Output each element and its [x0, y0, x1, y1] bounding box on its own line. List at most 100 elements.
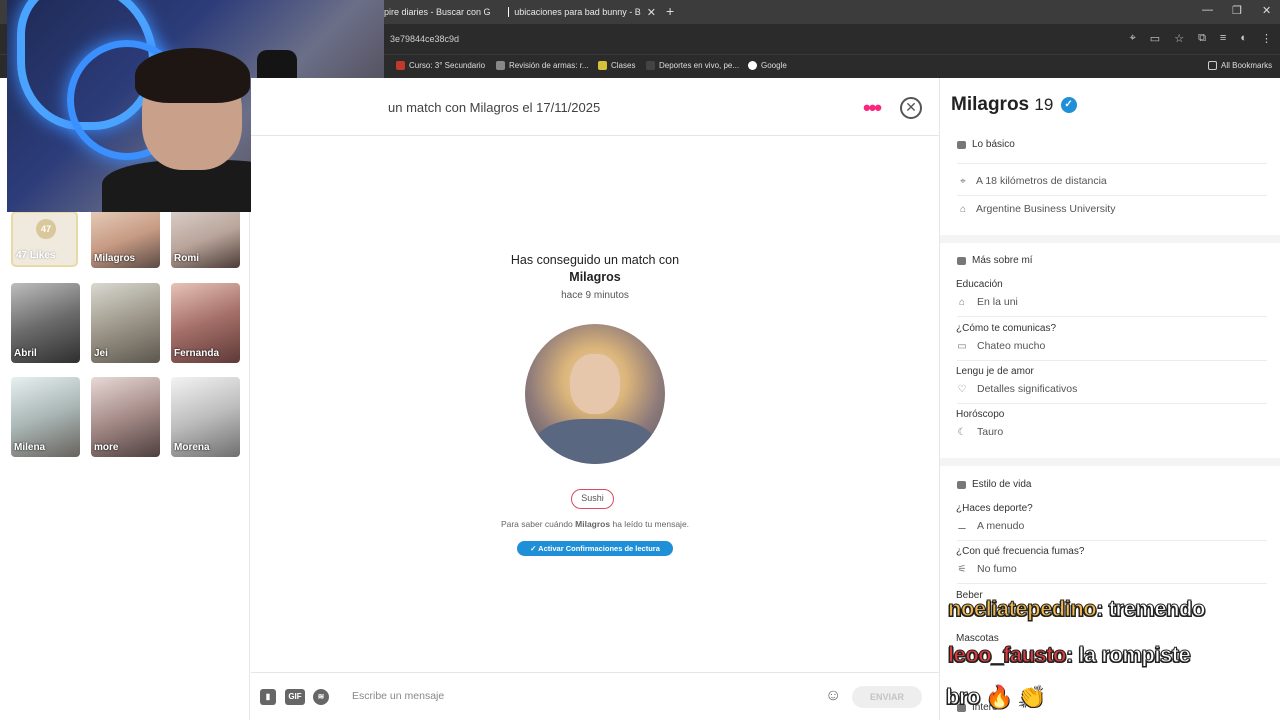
question-label: Educación	[956, 279, 1003, 290]
close-tab-icon[interactable]: ✕	[647, 6, 656, 19]
divider	[957, 583, 1267, 584]
graduation-cap-icon: ⌂	[958, 296, 966, 308]
location-icon[interactable]: ⌖	[1130, 32, 1136, 45]
question-label: Horóscopo	[956, 409, 1005, 420]
section-more-about-me: Más sobre mí	[957, 255, 1033, 266]
bookmark-label: Curso: 3° Secundario	[409, 61, 486, 70]
section-lifestyle: Estilo de vida	[957, 479, 1031, 490]
divider	[957, 403, 1267, 404]
match-card[interactable]: Abril	[11, 283, 80, 363]
stream-chat-line: bro 🔥 👏	[946, 684, 1046, 710]
message-input[interactable]: Escribe un mensaje	[352, 690, 444, 702]
more-options-icon[interactable]: •••	[863, 95, 882, 121]
chat-title: un match con Milagros el 17/11/2025	[388, 100, 601, 115]
tag-icon	[957, 256, 966, 265]
cast-icon[interactable]: ▭	[1150, 32, 1160, 45]
divider	[957, 540, 1267, 541]
answer-text: A menudo	[977, 520, 1025, 532]
bookmark-item[interactable]: Curso: 3° Secundario	[396, 61, 485, 70]
verified-icon: ✓	[1060, 96, 1077, 113]
new-tab-icon[interactable]: +	[666, 3, 674, 19]
match-card[interactable]: Fernanda	[171, 283, 240, 363]
stream-chat-line: leoo_fausto: la rompiste	[948, 642, 1192, 668]
avatar-face	[570, 354, 620, 414]
tab-ubicaciones[interactable]: ubicaciones para bad bunny - B ✕	[508, 3, 656, 21]
match-name: Milagros	[94, 253, 136, 264]
likes-card[interactable]: 47 47 Likes	[11, 211, 78, 267]
match-name: Romi	[174, 253, 199, 264]
answer-text: Chateo mucho	[977, 340, 1046, 352]
address-bar-icons: ⌖ ▭ ☆ ⧉ ≡ ◐ ⋮	[1130, 32, 1272, 45]
profile-name: Milagros	[951, 94, 1030, 115]
likes-label: 47 Likes	[16, 250, 56, 261]
bookmark-item[interactable]: Clases	[598, 61, 635, 70]
chat-panel: un match con Milagros el 17/11/2025 ••• …	[251, 78, 939, 720]
bookmark-icon	[598, 61, 607, 70]
profile-panel: Milagros 19 ✓ Lo básico ⌖ A 18 kilómetros…	[939, 78, 1280, 720]
bookmark-label: Google	[761, 61, 787, 70]
section-separator	[940, 235, 1280, 243]
tag-icon	[957, 480, 966, 489]
bookmark-item[interactable]: Deportes en vivo, pe...	[646, 61, 739, 70]
section-title: Lo básico	[972, 139, 1015, 150]
match-name: Jei	[94, 348, 108, 359]
answer-row: ⌂ En la uni	[956, 296, 1018, 308]
profile-age: 19	[1034, 95, 1054, 114]
match-timestamp: hace 9 minutos	[561, 290, 629, 301]
folder-icon	[1208, 61, 1217, 70]
minimize-icon[interactable]: —	[1202, 4, 1213, 16]
divider	[957, 163, 1267, 164]
all-bookmarks-button[interactable]: All Bookmarks	[1208, 61, 1272, 70]
send-button[interactable]: ENVIAR	[852, 686, 922, 708]
bookmark-icon	[496, 61, 505, 70]
extensions-icon[interactable]: ⧉	[1198, 32, 1206, 45]
google-icon	[748, 61, 757, 70]
bookmark-label: Revisión de armas: r...	[509, 61, 589, 70]
stream-chat-message: : tremendo	[1096, 596, 1206, 622]
match-name: Abril	[14, 348, 37, 359]
tab-search[interactable]: pire diaries - Buscar con G ✕	[384, 3, 496, 21]
match-avatar[interactable]	[525, 324, 665, 464]
match-name: Milena	[14, 442, 46, 453]
tab-label: ubicaciones para bad bunny - B	[514, 7, 641, 17]
maximize-icon[interactable]: ❐	[1232, 4, 1242, 17]
close-window-icon[interactable]: ✕	[1262, 4, 1271, 17]
divider	[957, 195, 1267, 196]
star-icon[interactable]: ☆	[1174, 32, 1184, 45]
message-composer: ▮ GIF ≋ Escribe un mensaje ☺ ENVIAR	[251, 672, 939, 720]
streamer-hair	[135, 48, 250, 103]
chat-bubble-icon: ▭	[957, 340, 967, 352]
spotify-icon[interactable]: ≋	[313, 689, 329, 705]
stream-chat-user: leoo_fausto	[948, 642, 1067, 668]
emoji-icon[interactable]: ☺	[825, 687, 841, 705]
school-row: ⌂ Argentine Business University	[957, 203, 1267, 215]
id-card-icon	[957, 140, 966, 149]
contact-card-icon[interactable]: ▮	[260, 689, 276, 705]
answer-text: En la uni	[977, 296, 1018, 308]
section-basics: Lo básico	[957, 139, 1015, 150]
activate-read-receipts-button[interactable]: ✓ Activar Confirmaciones de lectura	[517, 541, 673, 556]
match-card[interactable]: Morena	[171, 377, 240, 457]
answer-row: ⚟ No fumo	[956, 563, 1017, 575]
match-card[interactable]: Milena	[11, 377, 80, 457]
interest-tag: Sushi	[571, 489, 614, 509]
url-field[interactable]: 3e79844ce38c9d	[390, 34, 459, 44]
answer-row: ▭ Chateo mucho	[956, 340, 1045, 352]
match-card[interactable]: more	[91, 377, 160, 457]
divider	[957, 316, 1267, 317]
question-label: ¿Haces deporte?	[956, 503, 1033, 514]
close-chat-icon[interactable]: ✕	[900, 97, 922, 119]
bookmark-item[interactable]: Google	[748, 61, 787, 70]
menu-icon[interactable]: ⋮	[1261, 32, 1272, 45]
profile-icon[interactable]: ◐	[1240, 32, 1247, 45]
match-card[interactable]: Jei	[91, 283, 160, 363]
media-icon[interactable]: ≡	[1220, 32, 1226, 45]
read-receipt-info: Para saber cuándo Milagros ha leído tu m…	[251, 519, 939, 529]
bookmark-item[interactable]: Revisión de armas: r...	[496, 61, 589, 70]
stream-chat-message: : la rompiste	[1065, 642, 1191, 668]
gif-button[interactable]: GIF	[285, 689, 305, 705]
dumbbell-icon: ⚊	[957, 520, 967, 532]
answer-row: ⚊ A menudo	[956, 520, 1025, 532]
match-message: Has conseguido un match con	[510, 253, 680, 267]
stream-chat-user: noeliatepedino	[947, 596, 1097, 622]
